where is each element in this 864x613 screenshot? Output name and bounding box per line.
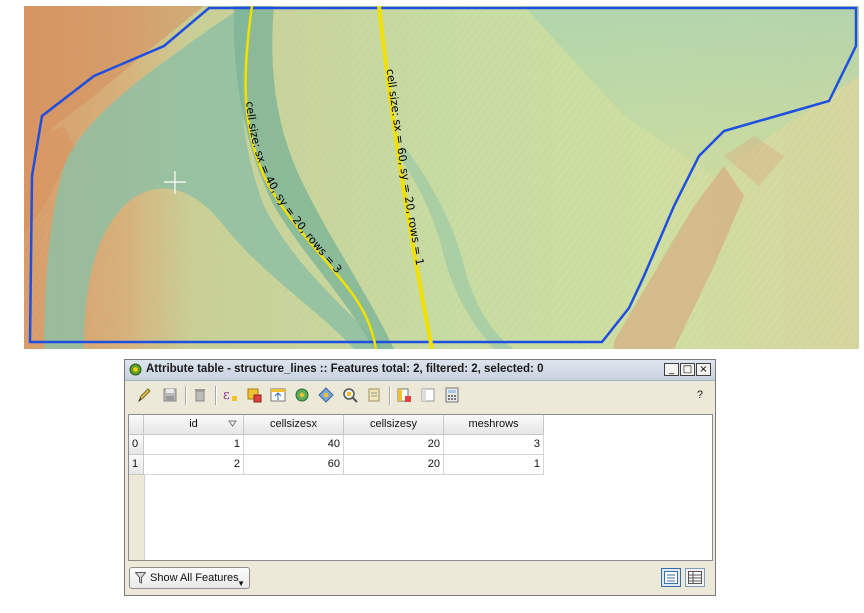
table-cell[interactable]: 1 — [444, 455, 544, 475]
table-cell[interactable]: 2 — [144, 455, 244, 475]
svg-text:ε: ε — [223, 388, 230, 403]
delete-selected-icon[interactable] — [191, 386, 209, 404]
form-view-button[interactable] — [661, 568, 681, 587]
attribute-table-window: Attribute table - structure_lines :: Fea… — [124, 359, 716, 596]
table-view-icon — [688, 571, 702, 584]
row-header[interactable]: 0 — [129, 435, 144, 455]
table-cell[interactable]: 1 — [144, 435, 244, 455]
attribute-grid[interactable]: id cellsizesx cellsizesy meshrows 0 1 40… — [128, 414, 713, 561]
map-canvas[interactable]: cell size: sx = 40, sy = 20, rows = 3 ce… — [24, 6, 859, 349]
minimize-button[interactable]: _ — [664, 363, 679, 376]
maximize-button[interactable]: □ — [680, 363, 695, 376]
table-view-button[interactable] — [685, 568, 705, 587]
copy-selected-rows-icon[interactable] — [365, 386, 383, 404]
table-cell[interactable]: 20 — [344, 435, 444, 455]
table-cell[interactable]: 3 — [444, 435, 544, 455]
close-button[interactable]: × — [696, 363, 711, 376]
column-header-cellsizesy[interactable]: cellsizesy — [344, 415, 444, 435]
new-column-icon[interactable] — [419, 386, 437, 404]
table-cell[interactable]: 40 — [244, 435, 344, 455]
column-header-id[interactable]: id — [144, 415, 244, 435]
toggle-editing-icon[interactable] — [135, 386, 153, 404]
column-header-meshrows[interactable]: meshrows — [444, 415, 544, 435]
table-cell[interactable]: 60 — [244, 455, 344, 475]
map-svg: cell size: sx = 40, sy = 20, rows = 3 ce… — [24, 6, 859, 349]
row-header[interactable]: 1 — [129, 455, 144, 475]
unselect-all-icon[interactable] — [245, 386, 263, 404]
save-edits-icon[interactable] — [161, 386, 179, 404]
feature-filter-label: Show All Features — [150, 572, 239, 584]
title-bar[interactable]: Attribute table - structure_lines :: Fea… — [125, 360, 715, 381]
filter-icon — [135, 572, 146, 584]
zoom-map-to-selection-icon[interactable] — [341, 386, 359, 404]
form-view-icon — [664, 571, 678, 584]
qgis-logo-icon — [129, 363, 142, 376]
move-selection-to-top-icon[interactable] — [269, 386, 287, 404]
invert-selection-icon[interactable] — [293, 386, 311, 404]
sort-indicator-icon — [228, 420, 237, 427]
help-button[interactable]: ? — [697, 389, 703, 401]
table-cell[interactable]: 20 — [344, 455, 444, 475]
row-header-gutter — [129, 475, 145, 560]
delete-column-icon[interactable] — [395, 386, 413, 404]
corner-header[interactable] — [129, 415, 144, 435]
select-by-expression-icon[interactable]: ε — [221, 386, 239, 404]
toolbar: ε ? — [125, 381, 715, 409]
column-header-label: id — [189, 418, 198, 430]
column-header-cellsizesx[interactable]: cellsizesx — [244, 415, 344, 435]
field-calculator-icon[interactable] — [443, 386, 461, 404]
dropdown-arrow-icon: ▼ — [237, 579, 245, 588]
feature-filter-button[interactable]: Show All Features ▼ — [129, 567, 250, 589]
window-title: Attribute table - structure_lines :: Fea… — [146, 363, 544, 375]
pan-map-to-selection-icon[interactable] — [317, 386, 335, 404]
